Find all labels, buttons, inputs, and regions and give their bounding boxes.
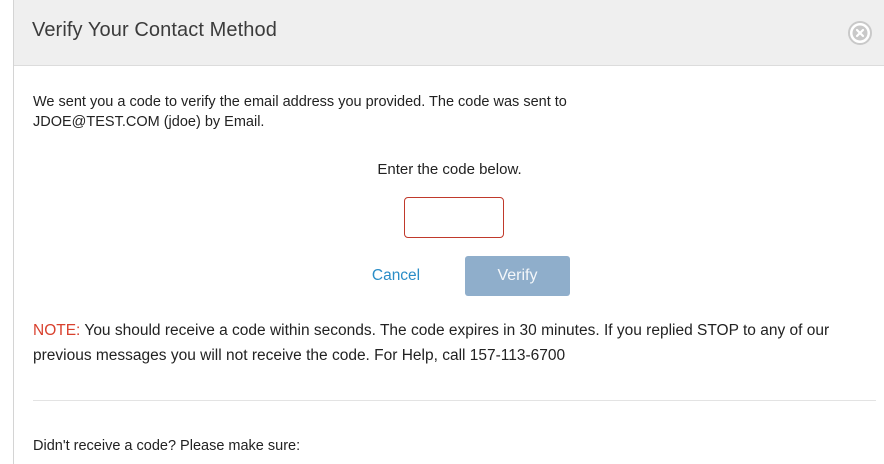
verify-contact-dialog: Verify Your Contact Method We sent you a… [13,0,884,464]
dialog-title: Verify Your Contact Method [32,19,277,41]
note-text: NOTE: You should receive a code within s… [33,318,883,368]
verification-message-line2: JDOE@TEST.COM (jdoe) by Email. [33,114,265,130]
verification-code-input[interactable] [404,197,504,238]
verification-message: We sent you a code to verify the email a… [33,92,853,132]
note-label: NOTE: [33,322,81,339]
help-heading: Didn't receive a code? Please make sure: [33,438,301,454]
dialog-header: Verify Your Contact Method [14,0,884,66]
verification-message-line1: We sent you a code to verify the email a… [33,94,567,110]
section-divider [33,400,876,401]
code-prompt: Enter the code below. [377,161,522,178]
note-body: You should receive a code within seconds… [33,322,830,364]
close-icon[interactable] [847,20,873,46]
cancel-link[interactable]: Cancel [354,267,438,285]
verify-button[interactable]: Verify [465,256,570,296]
